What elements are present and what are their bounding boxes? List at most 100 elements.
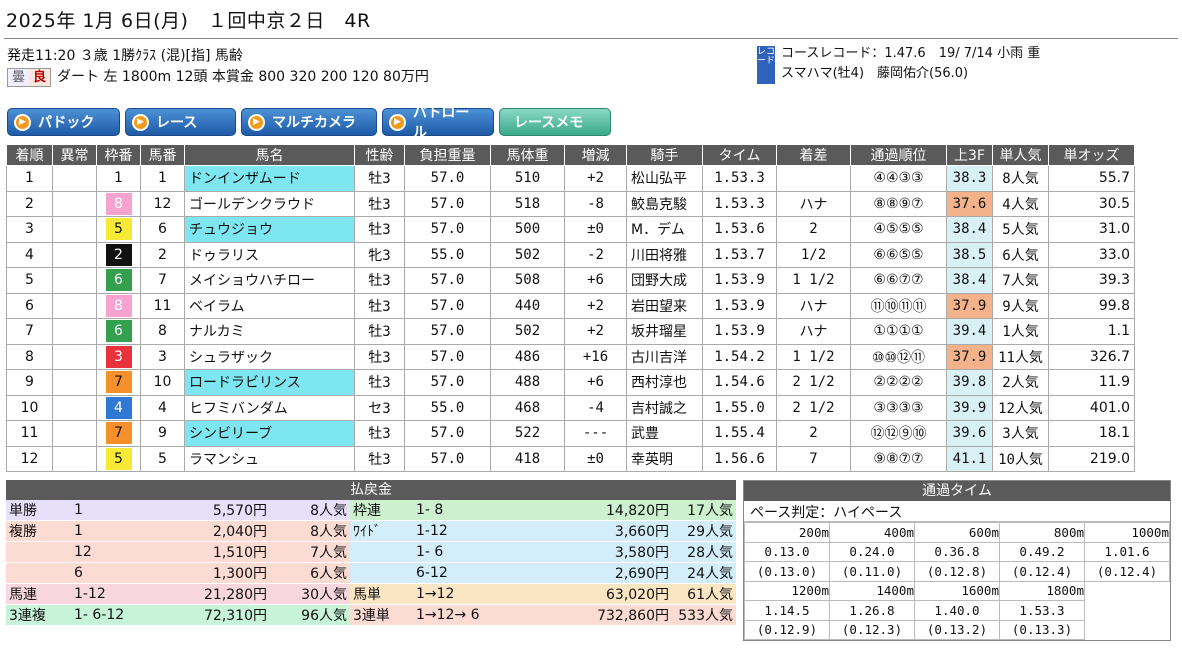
table-cell: ⑥⑥⑦⑦ [850, 267, 947, 294]
table-cell: ⑧⑧⑨⑦ [850, 190, 947, 217]
table-cell [52, 190, 97, 217]
table-cell: 10 [140, 369, 185, 396]
horse-name-link[interactable]: ドンインザムード [184, 165, 355, 192]
waku-badge: 1 [105, 167, 132, 190]
table-cell: 1.56.6 [702, 445, 777, 472]
record-tag: レコード [757, 46, 775, 84]
payout-row: 単勝 1 5,570円 8人気 枠連 1- 8 14,820円 17人気 [6, 500, 736, 521]
table-cell: 4人気 [992, 190, 1049, 217]
passing-cell: (0.13.3) [999, 619, 1085, 640]
col-header: 上3F [946, 144, 993, 166]
payout-cell: 1 [60, 520, 190, 542]
col-header: 性齢 [354, 144, 405, 166]
table-cell: 418 [490, 445, 565, 472]
payout-cell: 1- 6-12 [60, 604, 190, 626]
table-cell: ①①①① [850, 318, 947, 345]
horse-name-link[interactable]: チュウジョウ [184, 216, 355, 243]
horse-name-link[interactable]: ゴールデンクラウド [184, 190, 355, 217]
passing-cell: 1800m [999, 580, 1085, 601]
table-row[interactable]: 11 7 9 シンビリーブ 牡3 57.0 522 --- 武豊 1.55.4 2 ⑫⑫⑨⑩ 39.6 3… [6, 420, 1135, 447]
video-buttons: ▶ パドック ▶ レース ▶ マルチカメラ ▶ パトロール レースメモ [7, 105, 611, 141]
horse-name-link[interactable]: ナルカミ [184, 318, 355, 345]
horse-name-link[interactable]: ラマンシュ [184, 445, 355, 472]
payout-row: 12 1,510円 7人気 1- 6 3,580円 28人気 [6, 541, 736, 563]
table-cell: 37.6 [946, 190, 993, 217]
table-cell: 団野大成 [626, 267, 703, 294]
table-cell: 9 [6, 369, 53, 396]
multi-camera-button[interactable]: ▶ マルチカメラ [241, 108, 377, 136]
table-cell: 10 [6, 394, 53, 421]
table-cell: 55.0 [404, 394, 491, 421]
payout-cell [350, 541, 412, 563]
divider [4, 38, 1178, 39]
table-cell: ⑪⑩⑪⑪ [850, 292, 947, 319]
table-row[interactable]: 9 7 10 ロードラビリンス 牡3 57.0 488 +6 西村淳也 1.54.6 2 1/2 ②②… [6, 369, 1135, 396]
payout-cell: 2,690円 [552, 562, 672, 584]
horse-name-link[interactable]: シンビリーブ [184, 420, 355, 447]
payout-cell: 1- 8 [412, 500, 552, 521]
horse-name-link[interactable]: ロードラビリンス [184, 369, 355, 396]
table-cell: 7人気 [992, 267, 1049, 294]
table-row[interactable]: 10 4 4 ヒフミバンダム セ3 55.0 468 -4 吉村誠之 1.55.0 2 1/2 ③③③… [6, 394, 1135, 421]
table-cell: 31.0 [1048, 216, 1135, 243]
table-row[interactable]: 12 5 5 ラマンシュ 牡3 57.0 418 ±0 幸英明 1.56.6 7 ⑨⑧⑦⑦ 41.1 10… [6, 445, 1135, 472]
table-cell: 牡3 [354, 369, 405, 396]
payout-cell: 枠連 [350, 500, 412, 521]
table-row[interactable]: 5 6 7 メイショウハチロー 牡3 57.0 508 +6 団野大成 1.53.9 1 1/2 ⑥⑥… [6, 267, 1135, 294]
table-cell [52, 445, 97, 472]
payout-cell: 24人気 [672, 562, 736, 584]
table-cell: M．デム [626, 216, 703, 243]
table-cell: 37.9 [946, 343, 993, 370]
passing-cell: 400m [829, 522, 915, 543]
horse-name-link[interactable]: ヒフミバンダム [184, 394, 355, 421]
table-cell: 松山弘平 [626, 165, 703, 192]
table-row[interactable]: 4 2 2 ドゥラリス 牝3 55.0 502 -2 川田将雅 1.53.7 1/2 ⑥⑥⑤⑤ 38.5… [6, 241, 1135, 268]
passing-cell: 600m [914, 522, 1000, 543]
table-cell: 55.7 [1048, 165, 1135, 192]
table-cell: 57.0 [404, 190, 491, 217]
horse-name-link[interactable]: ベイラム [184, 292, 355, 319]
horse-name-link[interactable]: メイショウハチロー [184, 267, 355, 294]
table-row[interactable]: 2 8 12 ゴールデンクラウド 牡3 57.0 518 -8 鮫島克駿 1.53.3 ハナ ⑧⑧⑨⑦… [6, 190, 1135, 217]
race-button[interactable]: ▶ レース [125, 108, 236, 136]
waku-badge: 6 [105, 320, 132, 343]
col-header: 騎手 [626, 144, 703, 166]
table-cell: 33.0 [1048, 241, 1135, 268]
passing-row: (0.13.0) (0.11.0) (0.12.8) (0.12.4) (0.12.4) [744, 561, 1170, 582]
table-cell: 55.0 [404, 241, 491, 268]
table-cell: -8 [564, 190, 627, 217]
table-row[interactable]: 6 8 11 ベイラム 牡3 57.0 440 +2 岩田望来 1.53.9 ハナ ⑪⑩⑪⑪ 37.9 9… [6, 292, 1135, 319]
horse-name-link[interactable]: ドゥラリス [184, 241, 355, 268]
passing-cell: (0.12.3) [829, 619, 915, 640]
play-icon: ▶ [132, 113, 149, 131]
race-memo-button[interactable]: レースメモ [499, 108, 611, 136]
table-cell: 牡3 [354, 165, 405, 192]
table-cell: 39.8 [946, 369, 993, 396]
patrol-button[interactable]: ▶ パトロール [382, 105, 494, 141]
table-row[interactable]: 3 5 6 チュウジョウ 牡3 57.0 500 ±0 M．デム 1.53.6 2 ④⑤⑤⑤ 38.4 5… [6, 216, 1135, 243]
table-row[interactable]: 1 1 1 ドンインザムード 牡3 57.0 510 +2 松山弘平 1.53.3 ④④③③ 38.3… [6, 165, 1135, 192]
table-cell: ⑫⑫⑨⑩ [850, 420, 947, 447]
paddock-button[interactable]: ▶ パドック [7, 108, 120, 136]
table-cell: 57.0 [404, 343, 491, 370]
table-cell: 4 [96, 394, 141, 421]
payout-cell: 17人気 [672, 500, 736, 521]
table-cell: +2 [564, 292, 627, 319]
table-row[interactable]: 7 6 8 ナルカミ 牡3 57.0 502 +2 坂井瑠星 1.53.9 ハナ ①①①① 39.4 1人… [6, 318, 1135, 345]
table-cell: 99.8 [1048, 292, 1135, 319]
table-cell: ②②②② [850, 369, 947, 396]
payout-cell [6, 541, 60, 563]
waku-badge: 5 [105, 218, 132, 241]
table-cell: 牡3 [354, 420, 405, 447]
table-cell: セ3 [354, 394, 405, 421]
table-cell: 468 [490, 394, 565, 421]
horse-name-link[interactable]: シュラザック [184, 343, 355, 370]
table-cell: 1.54.2 [702, 343, 777, 370]
table-cell: 1/2 [776, 241, 851, 268]
table-cell: 牡3 [354, 190, 405, 217]
passing-row: 200m 400m 600m 800m 1000m [744, 522, 1170, 543]
passing-cell: 1600m [914, 580, 1000, 601]
table-cell: 39.3 [1048, 267, 1135, 294]
passing-title: 通過タイム [744, 481, 1170, 501]
table-row[interactable]: 8 3 3 シュラザック 牡3 57.0 486 +16 古川吉洋 1.54.2 1 1/2 ⑩⑩⑫⑪… [6, 343, 1135, 370]
